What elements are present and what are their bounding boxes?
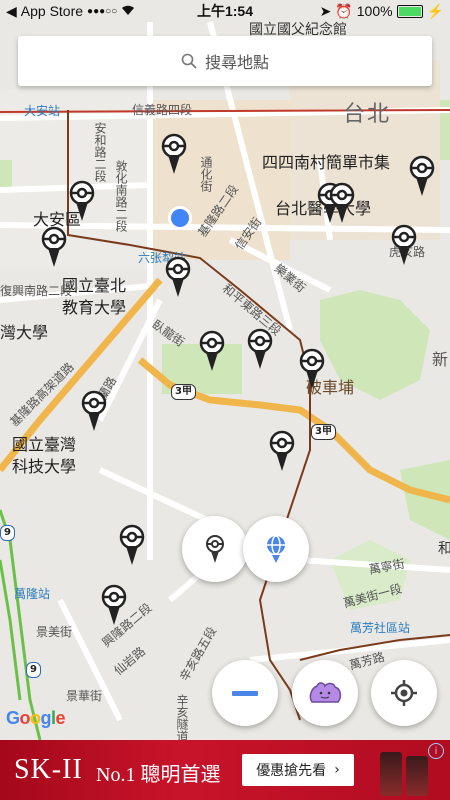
pokestop-pin-icon[interactable]	[160, 133, 190, 177]
pokestop-pin-icon[interactable]	[298, 348, 328, 392]
highway-shield: 3甲	[311, 424, 336, 440]
pokestop-pin-icon[interactable]	[408, 155, 438, 199]
map-label-he-partial: 和	[438, 541, 450, 557]
map-label-university-partial: 灣大學	[0, 323, 49, 342]
pokestop-pin-icon[interactable]	[80, 390, 110, 434]
ad-info-icon[interactable]: i	[428, 743, 444, 759]
map-label-xin-partial: 新	[432, 350, 449, 369]
search-placeholder: 搜尋地點	[204, 53, 269, 72]
map-label-guofu: 國立國父紀念館	[249, 22, 347, 38]
map-label-ntu-2: 科技大學	[12, 457, 77, 476]
highway-shield: 9	[26, 662, 41, 678]
ad-brand: SK-II	[14, 754, 83, 785]
road-tunnel: 辛亥隧道	[175, 694, 189, 742]
road-fuxing: 復興南路二段	[0, 284, 73, 298]
nearby-filter-button[interactable]	[182, 516, 248, 582]
map-label-ntu-1: 國立臺灣	[12, 435, 77, 454]
clock: 上午1:54	[196, 3, 254, 19]
station-daan: 大安站	[24, 104, 61, 118]
battery-percent: 100%	[356, 3, 393, 19]
ad-cta-button[interactable]: 優惠搶先看 ›	[242, 754, 354, 786]
ad-banner[interactable]: SK-II No.1 聰明首選 優惠搶先看 › i	[0, 740, 450, 800]
product-bottle-image	[380, 752, 402, 796]
pokestop-pin-icon[interactable]	[198, 330, 228, 374]
charging-icon: ⚡	[426, 2, 444, 19]
pokemon-button[interactable]	[292, 660, 358, 726]
search-icon	[181, 53, 197, 69]
gym-filter-button[interactable]	[243, 516, 309, 582]
ad-cta-label: 優惠搶先看	[256, 763, 327, 779]
pokestop-pin-icon[interactable]	[40, 226, 70, 270]
station-wanfang-community: 萬芳社區站	[350, 621, 411, 635]
carrier-label: App Store	[20, 3, 84, 19]
pokestop-pin-icon[interactable]	[328, 182, 358, 226]
alarm-icon: ⏰	[335, 2, 353, 19]
pokestop-pin-icon[interactable]	[164, 256, 194, 300]
highway-shield: 3甲	[171, 384, 196, 400]
road-anhe: 安和路二段	[93, 122, 107, 182]
location-arrow-icon: ➤	[319, 2, 332, 19]
pokestop-pin-icon[interactable]	[268, 430, 298, 474]
road-dunhua: 敦化南路二段	[114, 160, 128, 232]
pokestop-filter-icon	[206, 535, 224, 563]
road-xinyi: 信義路四段	[132, 103, 193, 117]
product-bottle-image	[406, 756, 428, 796]
ad-tagline: No.1 聰明首選	[96, 764, 221, 786]
signal-icon: ●●●○○	[87, 5, 118, 17]
status-bar: ◀ App Store ●●●○○ 上午1:54 ➤ ⏰ 100% ⚡	[0, 0, 450, 22]
map-label-ntnu-2: 教育大學	[62, 298, 127, 317]
road-jinghua: 景華街	[66, 689, 103, 703]
pokestop-pin-icon[interactable]	[118, 524, 148, 568]
pokestop-pin-icon[interactable]	[246, 328, 276, 372]
gym-globe-icon	[267, 535, 285, 563]
map-label-taipei: 台北	[343, 102, 392, 127]
pokestop-pin-icon[interactable]	[100, 584, 130, 628]
ditto-icon	[309, 682, 342, 703]
pokestop-pin-icon[interactable]	[68, 180, 98, 224]
wifi-icon	[121, 3, 135, 19]
chevron-right-icon: ›	[334, 762, 340, 778]
search-bar[interactable]: 搜尋地點	[18, 36, 432, 86]
road-tonghua: 通化街	[199, 156, 213, 192]
back-arrow-icon[interactable]: ◀	[6, 3, 17, 20]
battery-icon	[396, 4, 423, 18]
map-label-sisinan: 四四南村簡單市集	[262, 153, 391, 172]
highway-shield: 9	[0, 525, 15, 541]
pokestop-pin-icon[interactable]	[390, 224, 420, 268]
google-logo: Google	[6, 708, 66, 728]
minimize-button[interactable]	[212, 660, 278, 726]
my-location-button[interactable]	[371, 660, 437, 726]
minus-icon	[232, 690, 258, 696]
my-location-icon	[391, 680, 417, 706]
station-wanlong: 萬隆站	[14, 587, 51, 601]
road-jingmei: 景美街	[36, 625, 73, 639]
